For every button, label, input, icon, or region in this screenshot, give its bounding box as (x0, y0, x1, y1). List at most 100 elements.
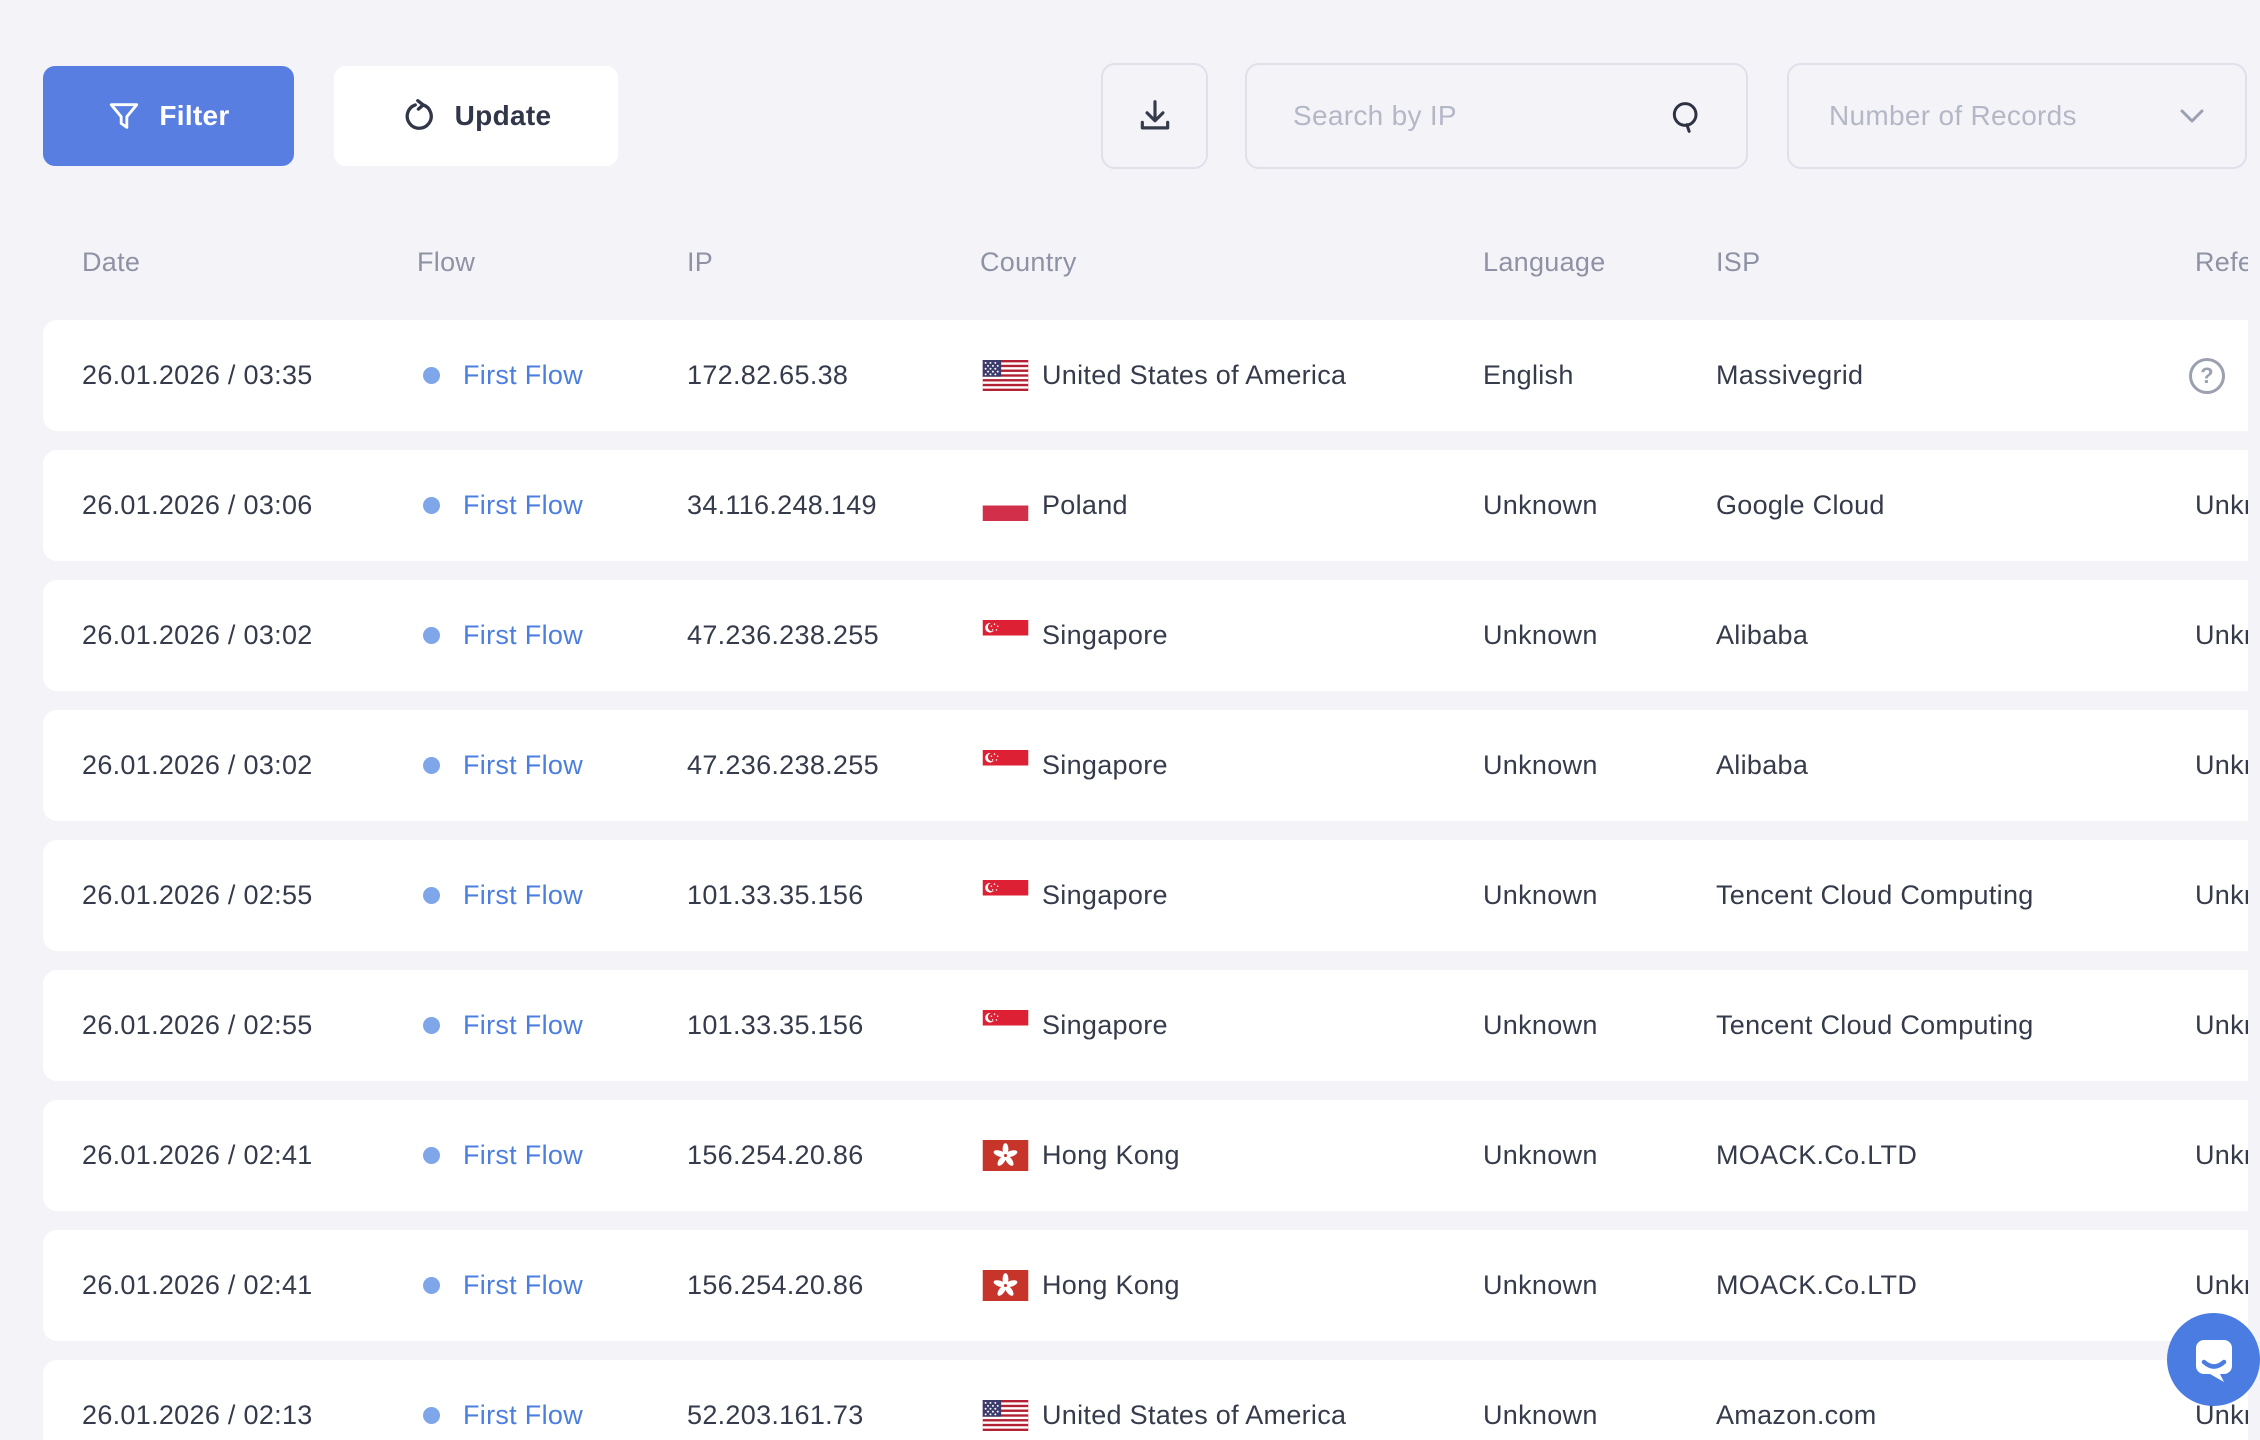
column-header-date: Date (82, 247, 140, 278)
country-label: Hong Kong (1042, 1270, 1180, 1301)
referrer-question-cell: ? (2189, 320, 2225, 431)
flow-dot-icon (423, 1147, 440, 1164)
row-isp: Massivegrid (1716, 320, 1863, 431)
row-flow-link[interactable]: First Flow (423, 1230, 583, 1341)
country-flag-icon (982, 880, 1029, 911)
country-flag-icon (982, 1270, 1029, 1301)
country-label: Singapore (1042, 620, 1168, 651)
flow-label: First Flow (463, 620, 583, 651)
row-referrer: Unknown (2195, 970, 2248, 1081)
row-flow-link[interactable]: First Flow (423, 1100, 583, 1211)
row-country: Hong Kong (982, 1100, 1180, 1211)
flow-label: First Flow (463, 1010, 583, 1041)
row-isp: Alibaba (1716, 710, 1808, 821)
row-referrer: Unknown (2195, 580, 2248, 691)
row-date: 26.01.2026 / 02:41 (82, 1230, 313, 1341)
row-ip: 156.254.20.86 (687, 1230, 864, 1341)
row-language: Unknown (1483, 970, 1598, 1081)
flow-dot-icon (423, 757, 440, 774)
column-header-country: Country (980, 247, 1077, 278)
row-ip: 101.33.35.156 (687, 840, 864, 951)
flow-dot-icon (423, 497, 440, 514)
row-flow-link[interactable]: First Flow (423, 970, 583, 1081)
table-row: 26.01.2026 / 02:41 First Flow 156.254.20… (43, 1230, 2248, 1341)
row-date: 26.01.2026 / 03:06 (82, 450, 313, 561)
row-date: 26.01.2026 / 02:41 (82, 1100, 313, 1211)
row-ip: 101.33.35.156 (687, 970, 864, 1081)
row-flow-link[interactable]: First Flow (423, 320, 583, 431)
row-flow-link[interactable]: First Flow (423, 450, 583, 561)
row-ip: 52.203.161.73 (687, 1360, 864, 1440)
row-flow-link[interactable]: First Flow (423, 710, 583, 821)
row-date: 26.01.2026 / 03:02 (82, 710, 313, 821)
row-language: Unknown (1483, 710, 1598, 821)
country-label: Singapore (1042, 1010, 1168, 1041)
row-isp: Tencent Cloud Computing (1716, 840, 2034, 951)
table-row: 26.01.2026 / 03:02 First Flow 47.236.238… (43, 580, 2248, 691)
row-language: English (1483, 320, 1574, 431)
table-row: 26.01.2026 / 02:55 First Flow 101.33.35.… (43, 840, 2248, 951)
row-referrer: Unknown (2195, 450, 2248, 561)
column-header-language: Language (1483, 247, 1606, 278)
table-row: 26.01.2026 / 02:13 First Flow 52.203.161… (43, 1360, 2248, 1440)
flow-dot-icon (423, 1017, 440, 1034)
row-language: Unknown (1483, 580, 1598, 691)
country-label: United States of America (1042, 360, 1346, 391)
country-label: Poland (1042, 490, 1128, 521)
row-referrer: Unknown (2195, 1100, 2248, 1211)
row-ip: 156.254.20.86 (687, 1100, 864, 1211)
country-flag-icon (982, 750, 1029, 781)
country-label: Hong Kong (1042, 1140, 1180, 1171)
row-country: United States of America (982, 1360, 1346, 1440)
flow-label: First Flow (463, 1140, 583, 1171)
country-label: United States of America (1042, 1400, 1346, 1431)
flow-label: First Flow (463, 1270, 583, 1301)
flow-dot-icon (423, 1277, 440, 1294)
column-header-referrer: Referrer (2195, 247, 2248, 278)
country-flag-icon (982, 620, 1029, 651)
flow-label: First Flow (463, 490, 583, 521)
column-header-flow: Flow (417, 247, 475, 278)
flow-label: First Flow (463, 880, 583, 911)
row-referrer: Unknown (2195, 710, 2248, 821)
flow-label: First Flow (463, 750, 583, 781)
row-date: 26.01.2026 / 03:35 (82, 320, 313, 431)
flow-dot-icon (423, 367, 440, 384)
table-scroll-region[interactable]: Date Flow IP Country Language ISP Referr… (43, 0, 2248, 1440)
row-isp: Google Cloud (1716, 450, 1885, 561)
row-flow-link[interactable]: First Flow (423, 580, 583, 691)
row-date: 26.01.2026 / 03:02 (82, 580, 313, 691)
country-flag-icon (982, 490, 1029, 521)
row-referrer: Unknown (2195, 840, 2248, 951)
row-isp: Amazon.com (1716, 1360, 1877, 1440)
chat-bubble-icon (2188, 1334, 2240, 1386)
row-flow-link[interactable]: First Flow (423, 840, 583, 951)
row-country: Poland (982, 450, 1128, 561)
row-country: Singapore (982, 710, 1168, 821)
row-language: Unknown (1483, 840, 1598, 951)
table-row: 26.01.2026 / 03:02 First Flow 47.236.238… (43, 710, 2248, 821)
row-country: Singapore (982, 840, 1168, 951)
table-row: 26.01.2026 / 02:41 First Flow 156.254.20… (43, 1100, 2248, 1211)
row-isp: Tencent Cloud Computing (1716, 970, 2034, 1081)
row-country: Singapore (982, 970, 1168, 1081)
row-language: Unknown (1483, 1360, 1598, 1440)
column-header-ip: IP (687, 247, 713, 278)
flow-dot-icon (423, 887, 440, 904)
row-flow-link[interactable]: First Flow (423, 1360, 583, 1440)
row-isp: MOACK.Co.LTD (1716, 1230, 1917, 1341)
question-circle-icon[interactable]: ? (2189, 358, 2225, 394)
row-country: Singapore (982, 580, 1168, 691)
country-flag-icon (982, 1140, 1029, 1171)
chat-launcher-button[interactable] (2167, 1313, 2260, 1406)
table-row: 26.01.2026 / 03:35 First Flow 172.82.65.… (43, 320, 2248, 431)
row-date: 26.01.2026 / 02:13 (82, 1360, 313, 1440)
row-country: Hong Kong (982, 1230, 1180, 1341)
column-header-isp: ISP (1716, 247, 1760, 278)
row-isp: MOACK.Co.LTD (1716, 1100, 1917, 1211)
flow-label: First Flow (463, 1400, 583, 1431)
country-label: Singapore (1042, 750, 1168, 781)
flow-dot-icon (423, 627, 440, 644)
row-date: 26.01.2026 / 02:55 (82, 840, 313, 951)
country-flag-icon (982, 360, 1029, 391)
